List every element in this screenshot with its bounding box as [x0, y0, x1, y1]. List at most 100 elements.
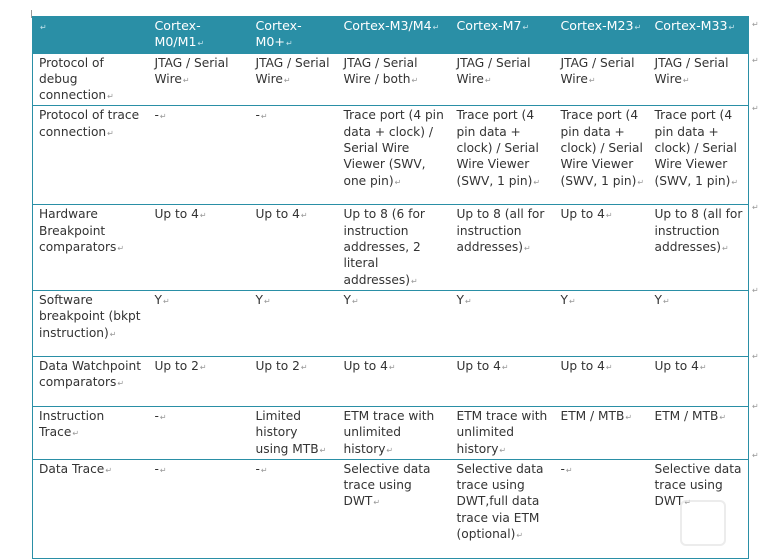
table-row: Hardware Breakpoint comparators Up to 4 Up…	[32, 204, 749, 291]
cell-text: Selective data trace using DWT	[344, 462, 431, 509]
cell-text: Y	[155, 293, 170, 307]
header-row: Cortex-M0/M1 Cortex-M0+ Cortex-M3/M4 Cor…	[32, 16, 749, 54]
row-end-mark: ↵	[752, 451, 759, 460]
row-label: Protocol of trace connection	[32, 105, 149, 206]
table-cell: Selective data trace using DWT,full data…	[450, 458, 555, 559]
cell-text: Limited history using MTB	[256, 409, 327, 456]
cell-text: Up to 4	[344, 359, 396, 373]
header-cell: Cortex-M3/M4	[337, 16, 451, 54]
table-cell: JTAG / Serial Wire	[450, 52, 555, 107]
cell-text: JTAG / Serial Wire / both	[344, 56, 419, 86]
cell-text: Up to 8 (all for instruction addresses)	[655, 207, 743, 254]
table-cell: Y	[337, 289, 451, 357]
row-end-mark: ↵	[752, 352, 759, 361]
table-cell: Up to 4	[249, 204, 338, 291]
cell-text: JTAG / Serial Wire	[655, 56, 729, 86]
table-cell: Up to 4	[648, 355, 749, 407]
row-end-mark: ↵	[752, 402, 759, 411]
table-cell: Y	[554, 289, 649, 357]
table-cell: Up to 4	[554, 204, 649, 291]
table-cell: Y	[648, 289, 749, 357]
row-label: Hardware Breakpoint comparators	[32, 204, 149, 291]
table-cell: Up to 8 (all for instruction addresses)	[450, 204, 555, 291]
cell-text: Instruction Trace	[39, 409, 104, 439]
cell-text: ETM trace with unlimited history	[457, 409, 548, 456]
table-row: Data Trace - - Selective data trace using D…	[32, 458, 749, 559]
table-cell: -	[249, 458, 338, 559]
cell-text: Y	[561, 293, 576, 307]
cell-text: ETM trace with unlimited history	[344, 409, 435, 456]
table-cell: Trace port (4 pin data + clock) / Serial…	[648, 105, 749, 206]
cell-text: JTAG / Serial Wire	[155, 56, 229, 86]
cell-text: Up to 4	[457, 359, 509, 373]
table-cell: -	[148, 458, 250, 559]
cell-text: Up to 4	[655, 359, 707, 373]
table-cell: Y	[249, 289, 338, 357]
cell-text: Up to 8 (6 for instruction addresses, 2 …	[344, 207, 425, 286]
row-label: Data Watchpoint comparators	[32, 355, 149, 407]
table-cell: JTAG / Serial Wire	[249, 52, 338, 107]
row-end-mark: ↵	[752, 203, 759, 212]
table-cell: Selective data trace using DWT	[337, 458, 451, 559]
header-cell: Cortex-M0/M1	[148, 16, 250, 54]
cell-text: -	[256, 462, 268, 476]
table-row: Protocol of trace connection - - Trace port…	[32, 105, 749, 206]
cell-text: -	[155, 108, 167, 122]
table-cell: Up to 4	[450, 355, 555, 407]
cell-text: Y	[655, 293, 670, 307]
table-cell: Up to 4	[554, 355, 649, 407]
cell-text: -	[155, 462, 167, 476]
table-cell: Trace port (4 pin data + clock) / Serial…	[554, 105, 649, 206]
cell-text: Y	[256, 293, 271, 307]
cell-text: Data Trace	[39, 462, 112, 476]
table-cell: Up to 8 (all for instruction addresses)	[648, 204, 749, 291]
row-label: Data Trace	[32, 458, 149, 559]
cell-text: -	[561, 462, 573, 476]
table-cell: ETM trace with unlimited history	[450, 405, 555, 460]
table-cell: -	[249, 105, 338, 206]
row-label: Instruction Trace	[32, 405, 149, 460]
cell-text: Up to 2	[256, 359, 308, 373]
cell-text: Up to 4	[256, 207, 308, 221]
cell-text: Data Watchpoint comparators	[39, 359, 141, 389]
table-row: Instruction Trace - Limited history using …	[32, 405, 749, 460]
table-cell: -	[148, 405, 250, 460]
cell-text: Trace port (4 pin data + clock) / Serial…	[655, 108, 739, 187]
cell-text: Selective data trace using DWT,full data…	[457, 462, 544, 541]
cell-text: JTAG / Serial Wire	[457, 56, 531, 86]
table-cell: Trace port (4 pin data + clock) / Serial…	[337, 105, 451, 206]
cell-text: -	[155, 409, 167, 423]
header-cell: Cortex-M0+	[249, 16, 338, 54]
table-row: Software breakpoint (bkpt instruction) Y Y…	[32, 289, 749, 357]
header-cell: Cortex-M33	[648, 16, 749, 54]
cell-text: JTAG / Serial Wire	[256, 56, 330, 86]
table-cell: Up to 4	[337, 355, 451, 407]
cell-text: Protocol of trace connection	[39, 108, 139, 138]
table-cell: -	[554, 458, 649, 559]
table-cell: Up to 2	[148, 355, 250, 407]
table-row: Protocol of debug connection JTAG / Seria…	[32, 52, 749, 107]
cell-text: Trace port (4 pin data + clock) / Serial…	[457, 108, 541, 187]
table-cell: Y	[450, 289, 555, 357]
cell-text: Y	[344, 293, 359, 307]
table-cell: JTAG / Serial Wire	[148, 52, 250, 107]
row-end-mark: ↵	[752, 286, 759, 295]
table-cell: ETM / MTB	[648, 405, 749, 460]
table-cell: Up to 8 (6 for instruction addresses, 2 …	[337, 204, 451, 291]
cell-text: Hardware Breakpoint comparators	[39, 207, 124, 254]
table-cell: JTAG / Serial Wire / both	[337, 52, 451, 107]
table-cell: Trace port (4 pin data + clock) / Serial…	[450, 105, 555, 206]
row-end-mark: ↵	[752, 56, 759, 65]
table-cell: Limited history using MTB	[249, 405, 338, 460]
row-label: Protocol of debug connection	[32, 52, 149, 107]
table-cell: Y	[148, 289, 250, 357]
header-cell: Cortex-M23	[554, 16, 649, 54]
cell-text: Software breakpoint (bkpt instruction)	[39, 293, 141, 340]
table-cell: ETM / MTB	[554, 405, 649, 460]
cell-text: Up to 4	[155, 207, 207, 221]
cell-text: Y	[457, 293, 472, 307]
row-end-mark: ↵	[752, 20, 759, 29]
table-cell: JTAG / Serial Wire	[554, 52, 649, 107]
table-cell: Up to 4	[148, 204, 250, 291]
cell-text: Up to 8 (all for instruction addresses)	[457, 207, 545, 254]
